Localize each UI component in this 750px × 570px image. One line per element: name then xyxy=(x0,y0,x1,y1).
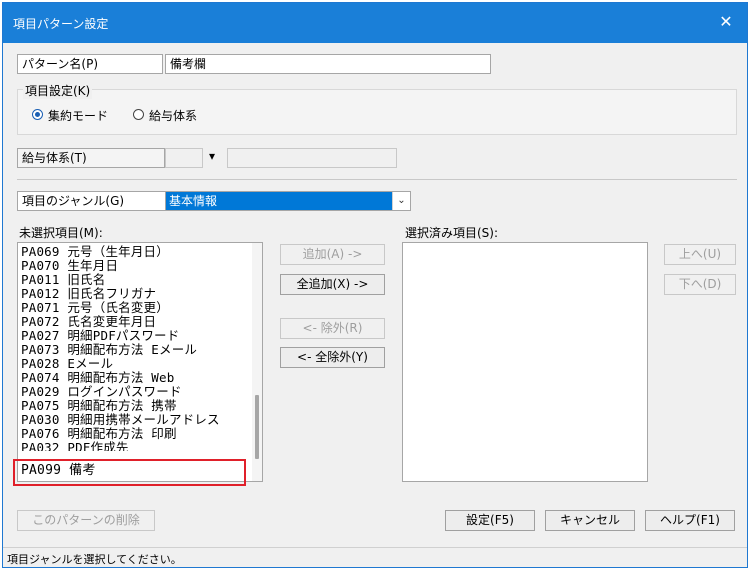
close-icon[interactable]: ✕ xyxy=(715,11,737,33)
radio-salary-system[interactable] xyxy=(133,109,144,120)
genre-selected-value[interactable]: 基本情報 xyxy=(166,192,392,210)
scrollbar-thumb[interactable] xyxy=(255,395,259,459)
dialog-window: 項目パターン設定 ✕ パターン名(P) 備考欄 項目設定(K) 集約モード 給与… xyxy=(2,2,748,568)
cancel-button[interactable]: キャンセル xyxy=(545,510,635,531)
item-setting-group xyxy=(17,89,737,135)
separator xyxy=(17,179,737,180)
list-item[interactable]: PA071 元号（氏名変更） xyxy=(21,301,169,315)
remove-all-button[interactable]: <- 全除外(Y) xyxy=(280,347,385,368)
list-item[interactable]: PA072 氏名変更年月日 xyxy=(21,315,156,329)
selected-items-list[interactable] xyxy=(402,242,648,482)
list-item[interactable]: PA011 旧氏名 xyxy=(21,273,105,287)
radio-aggregate-mode-label[interactable]: 集約モード xyxy=(48,107,108,124)
title-bar: 項目パターン設定 ✕ xyxy=(3,3,747,43)
list-item[interactable]: PA076 明細配布方法 印刷 xyxy=(21,427,177,441)
selected-items-label: 選択済み項目(S): xyxy=(405,226,499,240)
list-item[interactable]: PA075 明細配布方法 携帯 xyxy=(21,399,177,413)
window-title: 項目パターン設定 xyxy=(13,17,109,31)
genre-dropdown[interactable]: 基本情報 ⌄ xyxy=(165,191,411,211)
list-item[interactable]: PA028 Eメール xyxy=(21,357,113,371)
unselected-items-label: 未選択項目(M): xyxy=(19,226,103,240)
pattern-name-input[interactable]: 備考欄 xyxy=(165,54,491,74)
list-item[interactable]: PA012 旧氏名フリガナ xyxy=(21,287,156,301)
unselected-items-list[interactable]: PA069 元号（生年月日） PA070 生年月日 PA011 旧氏名 PA01… xyxy=(17,242,263,482)
delete-pattern-button[interactable]: このパターンの削除 xyxy=(17,510,155,531)
genre-label: 項目のジャンル(G) xyxy=(17,191,167,211)
radio-salary-system-label[interactable]: 給与体系 xyxy=(149,107,197,124)
move-down-button[interactable]: 下へ(D) xyxy=(664,274,736,295)
list-item[interactable]: PA029 ログインパスワード xyxy=(21,385,182,399)
salary-system-dropdown-icon: ▾ xyxy=(209,149,216,163)
add-all-button[interactable]: 全追加(X) -> xyxy=(280,274,385,295)
list-item[interactable]: PA070 生年月日 xyxy=(21,259,118,273)
list-item[interactable]: PA073 明細配布方法 Eメール xyxy=(21,343,197,357)
item-setting-label: 項目設定(K) xyxy=(23,82,93,99)
add-button[interactable]: 追加(A) -> xyxy=(280,244,385,265)
salary-system-label: 給与体系(T) xyxy=(17,148,165,168)
salary-system-code-input xyxy=(165,148,203,168)
radio-aggregate-mode[interactable] xyxy=(32,109,43,120)
list-item[interactable]: PA032 PDF作成先 xyxy=(21,441,129,451)
help-button[interactable]: ヘルプ(F1) xyxy=(645,510,735,531)
list-item[interactable]: PA030 明細用携帯メールアドレス xyxy=(21,413,220,427)
list-item[interactable]: PA027 明細PDFパスワード xyxy=(21,329,179,343)
list-item[interactable]: PA074 明細配布方法 Web xyxy=(21,371,174,385)
unselected-list-scrollbar[interactable] xyxy=(252,243,262,481)
highlight-box xyxy=(13,459,246,486)
salary-system-name-field xyxy=(227,148,397,168)
status-bar: 項目ジャンルを選択してください。 xyxy=(3,547,747,567)
set-button[interactable]: 設定(F5) xyxy=(445,510,535,531)
remove-button[interactable]: <- 除外(R) xyxy=(280,318,385,339)
move-up-button[interactable]: 上へ(U) xyxy=(664,244,736,265)
pattern-name-label: パターン名(P) xyxy=(17,54,163,74)
status-text: 項目ジャンルを選択してください。 xyxy=(7,553,182,566)
list-item[interactable]: PA069 元号（生年月日） xyxy=(21,245,169,259)
chevron-down-icon[interactable]: ⌄ xyxy=(392,192,410,210)
